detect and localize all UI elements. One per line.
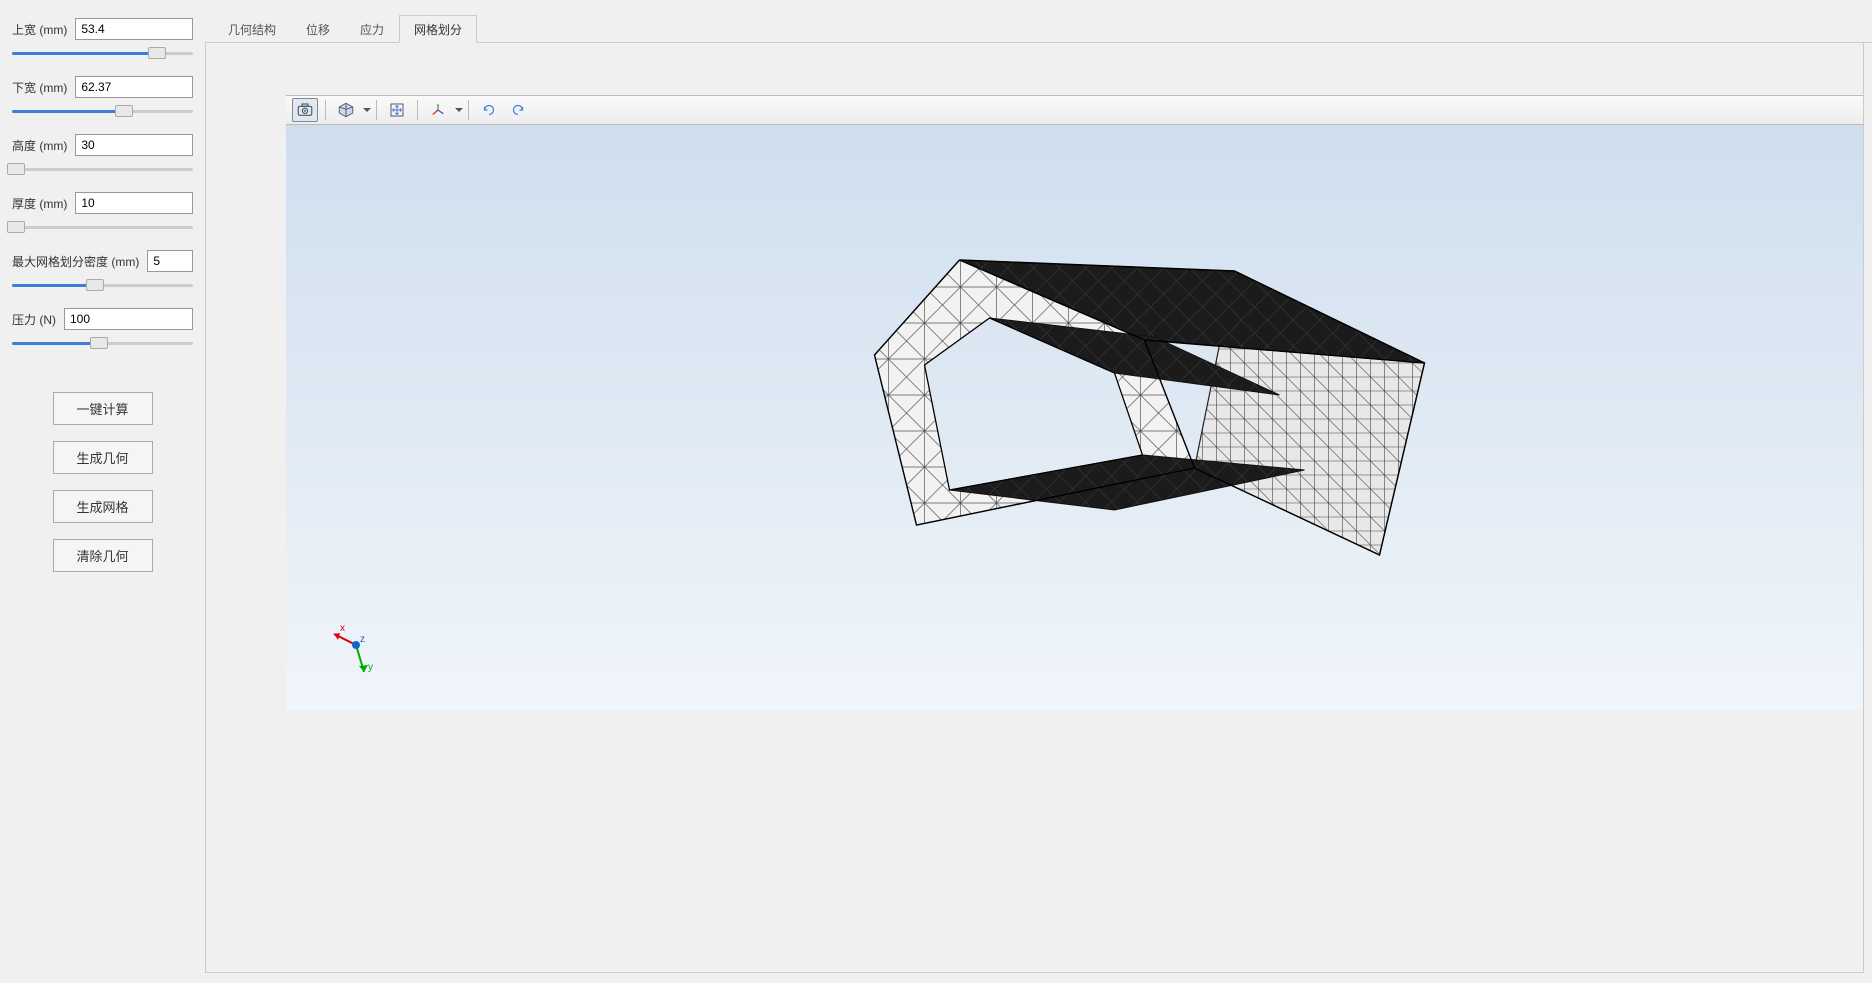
- generate-mesh-button[interactable]: 生成网格: [53, 490, 153, 523]
- rotate-ccw-icon[interactable]: [476, 98, 502, 122]
- param-bottom-width: 下宽 (mm): [12, 76, 193, 120]
- calculate-button[interactable]: 一键计算: [53, 392, 153, 425]
- mesh-density-slider[interactable]: [12, 276, 193, 294]
- camera-icon[interactable]: [292, 98, 318, 122]
- mesh-model: [286, 125, 1863, 710]
- rotate-cw-icon[interactable]: [505, 98, 531, 122]
- tab-stress[interactable]: 应力: [345, 15, 399, 43]
- toolbar-separator: [468, 100, 469, 120]
- toolbar-separator: [325, 100, 326, 120]
- tab-mesh[interactable]: 网格划分: [399, 15, 477, 43]
- param-label: 下宽 (mm): [12, 79, 67, 96]
- chevron-down-icon[interactable]: [363, 108, 369, 112]
- tab-geometry[interactable]: 几何结构: [213, 15, 291, 43]
- param-label: 最大网格划分密度 (mm): [12, 253, 139, 270]
- viewport-wrap: x y z: [205, 43, 1864, 973]
- bottom-width-slider[interactable]: [12, 102, 193, 120]
- top-width-input[interactable]: [75, 18, 193, 40]
- param-top-width: 上宽 (mm): [12, 18, 193, 62]
- param-label: 高度 (mm): [12, 137, 67, 154]
- tab-displacement[interactable]: 位移: [291, 15, 345, 43]
- toolbar-separator: [376, 100, 377, 120]
- viewport-3d[interactable]: x y z: [286, 125, 1863, 710]
- axes-icon[interactable]: [425, 98, 451, 122]
- param-height: 高度 (mm): [12, 134, 193, 178]
- param-label: 压力 (N): [12, 311, 56, 328]
- param-thickness: 厚度 (mm): [12, 192, 193, 236]
- toolbar-separator: [417, 100, 418, 120]
- tab-bar: 几何结构 位移 应力 网格划分: [205, 14, 1872, 43]
- param-mesh-density: 最大网格划分密度 (mm): [12, 250, 193, 294]
- top-width-slider[interactable]: [12, 44, 193, 62]
- thickness-slider[interactable]: [12, 218, 193, 236]
- pressure-slider[interactable]: [12, 334, 193, 352]
- bottom-width-input[interactable]: [75, 76, 193, 98]
- axis-gizmo: x y z: [326, 620, 386, 680]
- viewport-toolbar: [286, 95, 1863, 125]
- parameters-sidebar: 上宽 (mm) 下宽 (mm) 高度 (mm): [0, 0, 205, 983]
- generate-geometry-button[interactable]: 生成几何: [53, 441, 153, 474]
- thickness-input[interactable]: [75, 192, 193, 214]
- clear-geometry-button[interactable]: 清除几何: [53, 539, 153, 572]
- param-label: 上宽 (mm): [12, 21, 67, 38]
- param-label: 厚度 (mm): [12, 195, 67, 212]
- svg-text:y: y: [368, 662, 373, 673]
- svg-text:x: x: [340, 623, 345, 634]
- height-input[interactable]: [75, 134, 193, 156]
- height-slider[interactable]: [12, 160, 193, 178]
- mesh-density-input[interactable]: [147, 250, 193, 272]
- svg-text:z: z: [360, 634, 365, 645]
- cube-view-icon[interactable]: [333, 98, 359, 122]
- param-pressure: 压力 (N): [12, 308, 193, 352]
- pan-icon[interactable]: [384, 98, 410, 122]
- chevron-down-icon[interactable]: [455, 108, 461, 112]
- main-panel: 几何结构 位移 应力 网格划分: [205, 0, 1872, 983]
- pressure-input[interactable]: [64, 308, 193, 330]
